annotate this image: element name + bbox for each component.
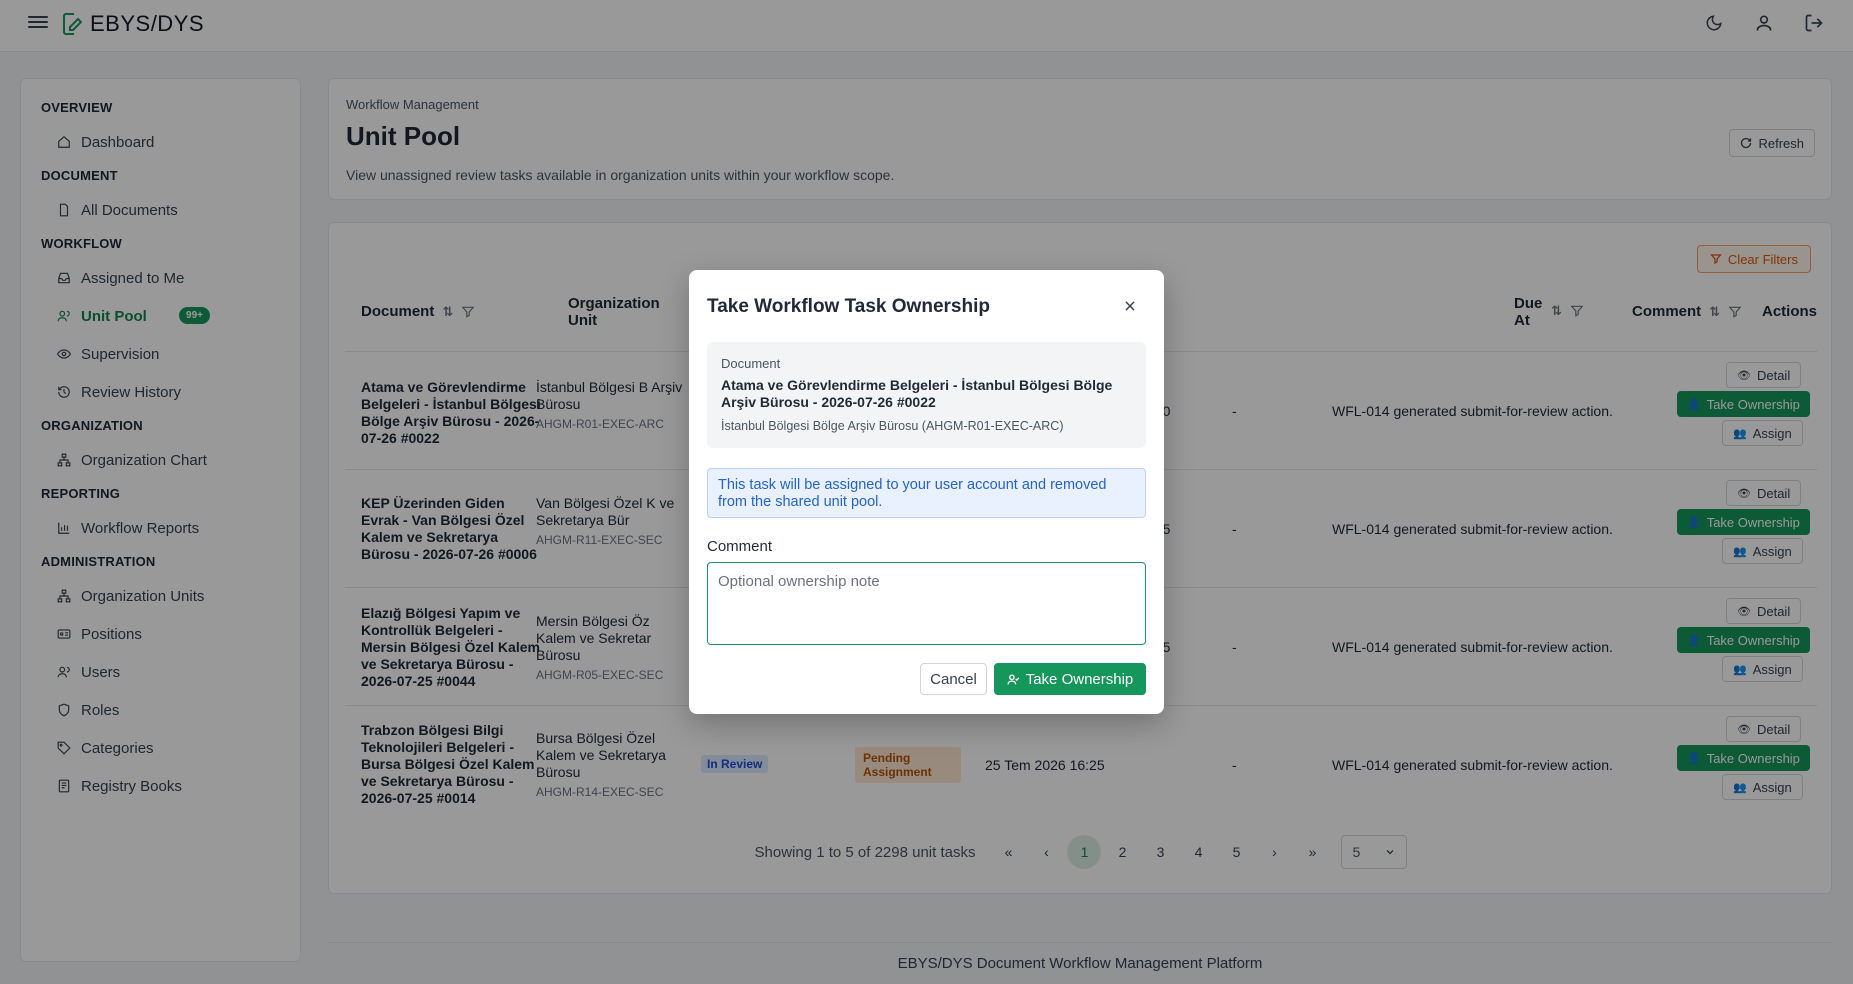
document-label: Document <box>721 356 781 371</box>
info-alert: This task will be assigned to your user … <box>707 468 1146 518</box>
user-check-icon <box>1007 673 1020 684</box>
confirm-label: Take Ownership <box>1025 670 1134 688</box>
take-ownership-dialog: Take Workflow Task Ownership Document At… <box>689 270 1164 714</box>
document-title: Atama ve Görevlendirme Belgeleri - İstan… <box>721 377 1113 410</box>
document-unit: İstanbul Bölgesi Bölge Arşiv Bürosu (AHG… <box>721 419 1064 433</box>
comment-field[interactable] <box>707 562 1146 645</box>
dialog-title: Take Workflow Task Ownership <box>707 296 990 317</box>
confirm-take-ownership-button[interactable]: Take Ownership <box>994 663 1146 695</box>
comment-label: Comment <box>707 538 773 555</box>
close-icon[interactable] <box>1118 294 1142 318</box>
document-summary: Document Atama ve Görevlendirme Belgeler… <box>707 342 1146 448</box>
cancel-button[interactable]: Cancel <box>920 663 987 695</box>
